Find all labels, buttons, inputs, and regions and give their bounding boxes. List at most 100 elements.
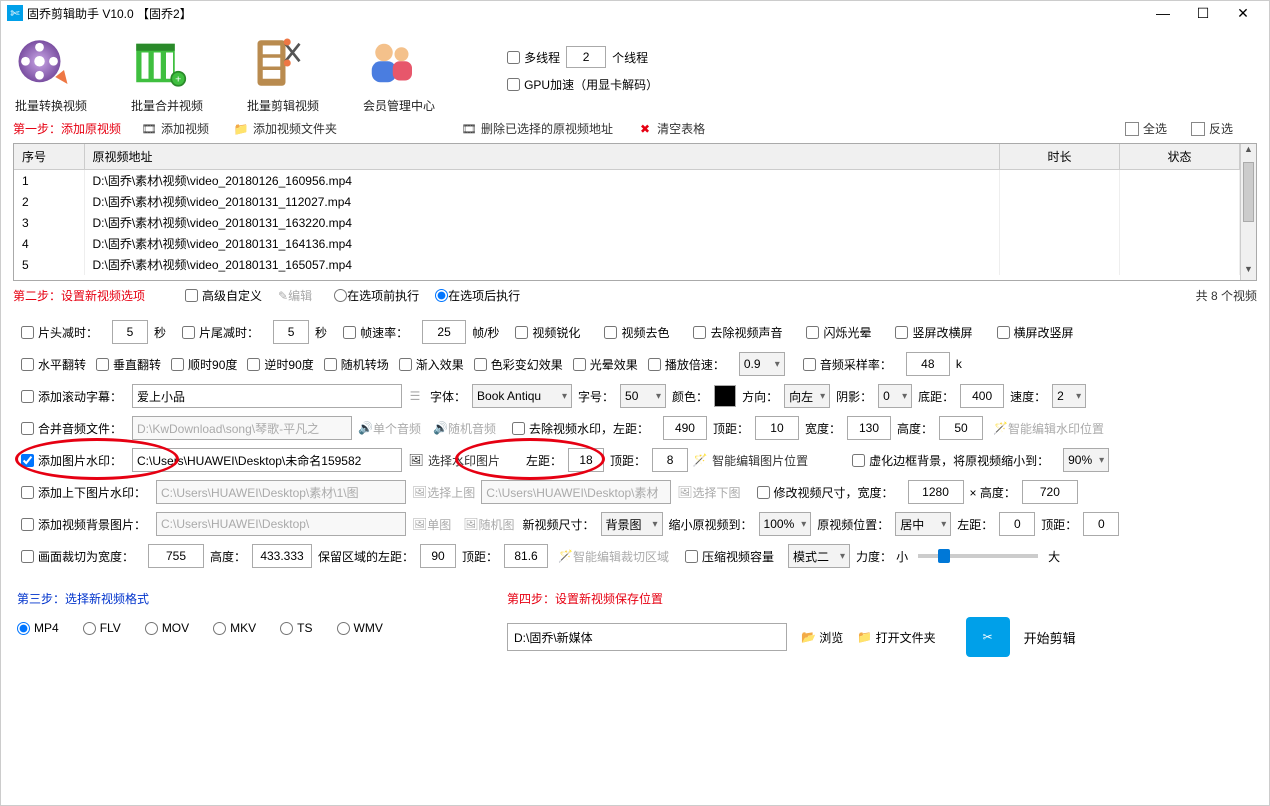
add-video-button[interactable]: 🎞添加视频 <box>141 120 209 137</box>
cw90-cb[interactable] <box>171 358 184 371</box>
wm-w-input[interactable] <box>847 416 891 440</box>
table-row[interactable]: 3D:\固乔\素材\视频\video_20180131_163220.mp4 <box>14 212 1240 233</box>
multithread-checkbox[interactable] <box>507 51 520 64</box>
clear-table-button[interactable]: ✖清空表格 <box>637 120 705 137</box>
crop-top-input[interactable] <box>504 544 548 568</box>
font-combo[interactable]: Book Antiqu <box>472 384 572 408</box>
col-duration[interactable]: 时长 <box>1000 144 1120 170</box>
adv-checkbox[interactable] <box>185 289 198 302</box>
crop-w-input[interactable] <box>148 544 204 568</box>
imgwm-left-input[interactable] <box>568 448 604 472</box>
wm-img-path-input[interactable] <box>132 448 402 472</box>
bg-left-input[interactable] <box>999 512 1035 536</box>
blur-combo[interactable]: 90% <box>1063 448 1109 472</box>
start-clip-label[interactable]: 开始剪辑 <box>1024 628 1076 647</box>
gpu-checkbox[interactable] <box>507 78 520 91</box>
shrink-combo[interactable]: 100% <box>759 512 812 536</box>
bg-img-cb[interactable] <box>21 518 34 531</box>
tb-top-input[interactable] <box>156 480 406 504</box>
head-trim-input[interactable] <box>112 320 148 344</box>
save-path-input[interactable] <box>507 623 787 651</box>
textspeed-combo[interactable]: 2 <box>1052 384 1086 408</box>
crop-h-input[interactable] <box>252 544 312 568</box>
scrolltext-cb[interactable] <box>21 390 34 403</box>
tail-trim-cb[interactable] <box>182 326 195 339</box>
decolor-cb[interactable] <box>604 326 617 339</box>
halo-cb[interactable] <box>573 358 586 371</box>
fps-input[interactable] <box>422 320 466 344</box>
wm-top-input[interactable] <box>755 416 799 440</box>
format-radio-flv[interactable]: FLV <box>83 621 121 635</box>
bg-top-input[interactable] <box>1083 512 1119 536</box>
bg-path-input[interactable] <box>156 512 406 536</box>
table-scrollbar[interactable]: ▲ ▼ <box>1240 144 1256 280</box>
mute-cb[interactable] <box>693 326 706 339</box>
add-folder-button[interactable]: 📁添加视频文件夹 <box>233 120 337 137</box>
maximize-button[interactable]: ☐ <box>1183 1 1223 25</box>
text-color-box[interactable] <box>714 385 736 407</box>
col-status[interactable]: 状态 <box>1120 144 1240 170</box>
wm-left-input[interactable] <box>663 416 707 440</box>
tool-merge[interactable]: + 批量合并视频 <box>129 33 205 114</box>
col-path[interactable]: 原视频地址 <box>84 144 1000 170</box>
v2h-cb[interactable] <box>895 326 908 339</box>
tool-member[interactable]: 会员管理中心 <box>361 33 437 114</box>
col-index[interactable]: 序号 <box>14 144 84 170</box>
scroll-up-icon[interactable]: ▲ <box>1241 144 1256 160</box>
slider-thumb[interactable] <box>938 549 950 563</box>
scroll-down-icon[interactable]: ▼ <box>1241 264 1256 280</box>
random-trans-cb[interactable] <box>324 358 337 371</box>
resize-cb[interactable] <box>757 486 770 499</box>
resize-w-input[interactable] <box>908 480 964 504</box>
table-row[interactable]: 1D:\固乔\素材\视频\video_20180126_160956.mp4 <box>14 170 1240 192</box>
format-radio-mp4[interactable]: MP4 <box>17 621 59 635</box>
hflip-cb[interactable] <box>21 358 34 371</box>
fps-cb[interactable] <box>343 326 356 339</box>
crop-left-input[interactable] <box>420 544 456 568</box>
select-all-button[interactable]: 全选 <box>1125 120 1167 137</box>
tool-clip[interactable]: 批量剪辑视频 <box>245 33 321 114</box>
sharpen-cb[interactable] <box>515 326 528 339</box>
delete-selected-button[interactable]: 🎞删除已选择的原视频地址 <box>461 120 613 137</box>
size-combo[interactable]: 50 <box>620 384 666 408</box>
add-img-wm-cb[interactable] <box>21 454 34 467</box>
format-radio-ts[interactable]: TS <box>280 621 312 635</box>
format-radio-mkv[interactable]: MKV <box>213 621 256 635</box>
resize-h-input[interactable] <box>1022 480 1078 504</box>
start-clip-icon[interactable]: ✂ <box>966 617 1010 657</box>
newsize-combo[interactable]: 背景图 <box>601 512 663 536</box>
flash-cb[interactable] <box>806 326 819 339</box>
smart-img-pos-btn[interactable]: 🪄智能编辑图片位置 <box>692 452 808 469</box>
imgwm-top-input[interactable] <box>652 448 688 472</box>
scroll-thumb[interactable] <box>1243 162 1254 222</box>
exec-before-radio[interactable] <box>334 289 347 302</box>
merge-audio-cb[interactable] <box>21 422 34 435</box>
dir-combo[interactable]: 向左 <box>784 384 830 408</box>
choose-wm-img-btn[interactable]: 🖼选择水印图片 <box>408 452 500 469</box>
force-slider[interactable] <box>918 554 1038 558</box>
base-input[interactable] <box>960 384 1004 408</box>
open-folder-button[interactable]: 📁 打开文件夹 <box>857 629 935 646</box>
tool-convert[interactable]: 批量转换视频 <box>13 33 89 114</box>
thread-count-input[interactable] <box>566 46 606 68</box>
speed-cb[interactable] <box>648 358 661 371</box>
head-trim-cb[interactable] <box>21 326 34 339</box>
tb-wm-cb[interactable] <box>21 486 34 499</box>
wm-h-input[interactable] <box>939 416 983 440</box>
tail-trim-input[interactable] <box>273 320 309 344</box>
table-row[interactable]: 4D:\固乔\素材\视频\video_20180131_164136.mp4 <box>14 233 1240 254</box>
browse-button[interactable]: 📂 浏览 <box>801 629 843 646</box>
exec-after-radio[interactable] <box>435 289 448 302</box>
video-table[interactable]: 序号 原视频地址 时长 状态 1D:\固乔\素材\视频\video_201801… <box>13 143 1257 281</box>
invert-selection-button[interactable]: 反选 <box>1191 120 1233 137</box>
speed-combo[interactable]: 0.9 <box>739 352 785 376</box>
remove-wm-cb[interactable] <box>512 422 525 435</box>
audio-path-input[interactable] <box>132 416 352 440</box>
samplerate-input[interactable] <box>906 352 950 376</box>
ccw90-cb[interactable] <box>247 358 260 371</box>
mode-combo[interactable]: 模式二 <box>788 544 850 568</box>
vflip-cb[interactable] <box>96 358 109 371</box>
compress-cb[interactable] <box>685 550 698 563</box>
blur-bg-cb[interactable] <box>852 454 865 467</box>
h2v-cb[interactable] <box>997 326 1010 339</box>
